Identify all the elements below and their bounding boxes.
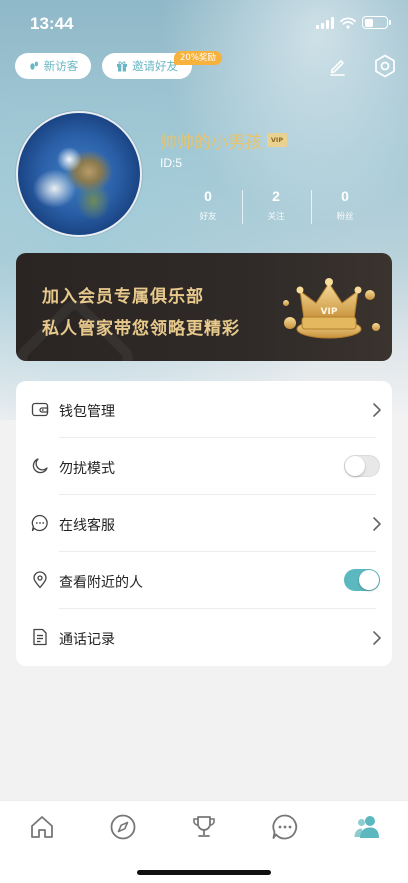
compass-icon[interactable] bbox=[109, 813, 137, 841]
crown-vip-text: VIP bbox=[321, 307, 338, 317]
invite-friends-label: 邀请好友 bbox=[132, 59, 178, 73]
trophy-icon[interactable] bbox=[190, 813, 218, 841]
friends-label: 好友 bbox=[199, 212, 217, 222]
do-not-disturb-toggle[interactable] bbox=[344, 455, 380, 477]
menu-item-nearby-people: 查看附近的人 bbox=[16, 552, 392, 609]
cellular-signal-icon bbox=[316, 16, 334, 29]
settings-icon[interactable] bbox=[372, 53, 398, 79]
menu-label-customer-service: 在线客服 bbox=[59, 518, 115, 534]
chevron-right-icon bbox=[373, 517, 381, 531]
fans-count: 0 bbox=[341, 188, 349, 204]
location-pin-icon bbox=[33, 571, 47, 589]
stat-divider bbox=[311, 190, 312, 224]
menu-item-customer-service[interactable]: 在线客服 bbox=[16, 495, 392, 552]
avatar[interactable] bbox=[16, 111, 142, 237]
vip-club-banner[interactable]: 加入会员专属俱乐部 私人管家带您领略更精彩 VIP bbox=[16, 253, 392, 361]
stat-divider bbox=[242, 190, 243, 224]
footprint-icon bbox=[30, 61, 38, 70]
vip-crown-icon: VIP bbox=[283, 278, 380, 339]
following-count: 2 bbox=[272, 188, 280, 204]
stat-fans[interactable]: 0 粉丝 bbox=[313, 188, 377, 222]
gift-icon bbox=[117, 61, 127, 72]
settings-menu: 钱包管理 勿扰模式 在线客服 查看附近的人 通话记录 bbox=[16, 381, 392, 666]
new-visitors-button[interactable]: 新访客 bbox=[15, 53, 91, 79]
home-indicator bbox=[137, 870, 271, 875]
home-icon[interactable] bbox=[28, 813, 56, 841]
document-icon bbox=[33, 628, 47, 646]
menu-item-call-records[interactable]: 通话记录 bbox=[16, 609, 392, 666]
chat-icon[interactable] bbox=[271, 813, 299, 841]
toggle-knob bbox=[359, 570, 379, 590]
new-visitors-label: 新访客 bbox=[43, 59, 79, 73]
vip-banner-subtitle: 私人管家带您领略更精彩 bbox=[42, 319, 240, 339]
invite-bonus-badge: 20%奖励 bbox=[174, 51, 222, 65]
stat-following[interactable]: 2 关注 bbox=[244, 188, 308, 222]
friends-count: 0 bbox=[204, 188, 212, 204]
menu-label-do-not-disturb: 勿扰模式 bbox=[59, 461, 115, 477]
moon-icon bbox=[32, 458, 48, 474]
fans-label: 粉丝 bbox=[336, 212, 354, 222]
chevron-right-icon bbox=[373, 403, 381, 417]
wallet-icon bbox=[31, 402, 49, 417]
vip-banner-title: 加入会员专属俱乐部 bbox=[42, 287, 204, 307]
menu-label-call-records: 通话记录 bbox=[59, 632, 115, 648]
user-nickname: 帅帅的小男孩 bbox=[160, 133, 262, 153]
nearby-people-toggle[interactable] bbox=[344, 569, 380, 591]
toggle-knob bbox=[345, 456, 365, 476]
menu-item-wallet[interactable]: 钱包管理 bbox=[16, 381, 392, 438]
menu-label-nearby-people: 查看附近的人 bbox=[59, 575, 143, 591]
wifi-icon bbox=[340, 16, 356, 29]
menu-item-do-not-disturb: 勿扰模式 bbox=[16, 438, 392, 495]
status-icons bbox=[316, 16, 391, 29]
status-bar: 13:44 bbox=[0, 0, 408, 48]
battery-icon bbox=[362, 16, 391, 29]
stat-friends[interactable]: 0 好友 bbox=[176, 188, 240, 222]
edit-icon[interactable] bbox=[324, 53, 350, 79]
chat-bubble-icon bbox=[31, 514, 48, 532]
following-label: 关注 bbox=[267, 212, 285, 222]
status-time: 13:44 bbox=[30, 14, 74, 33]
chevron-right-icon bbox=[373, 631, 381, 645]
user-id: ID:5 bbox=[160, 156, 183, 170]
menu-label-wallet: 钱包管理 bbox=[59, 404, 115, 420]
profile-icon[interactable] bbox=[353, 813, 381, 841]
vip-card-icon: VIP bbox=[267, 133, 287, 147]
